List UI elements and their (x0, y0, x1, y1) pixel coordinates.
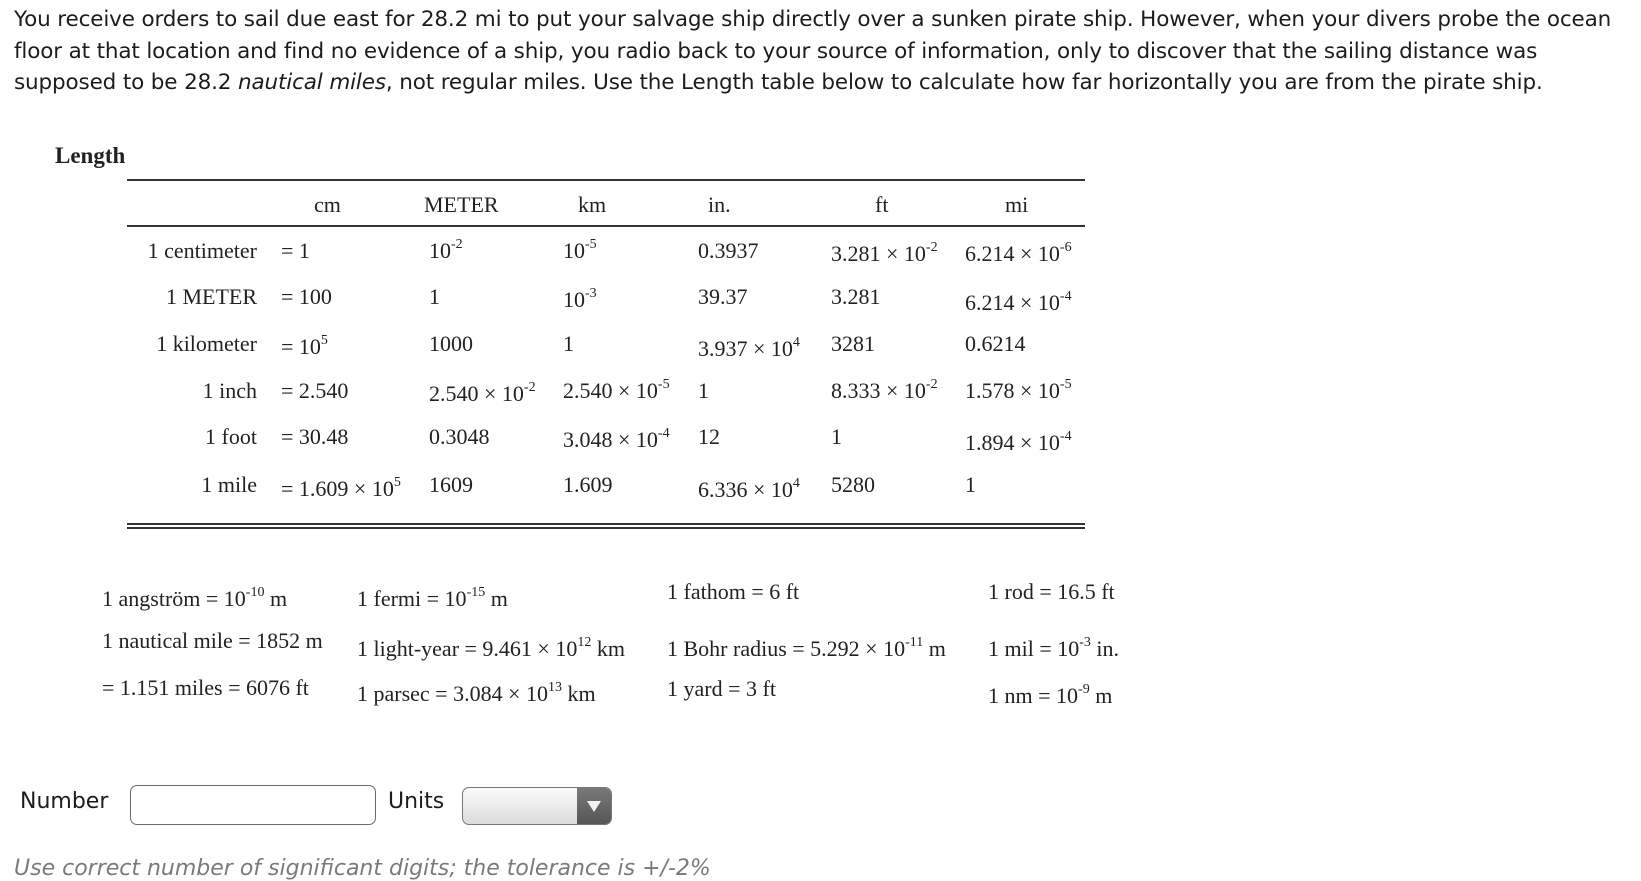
conversion-note: 1 angström = 10-10 m (102, 585, 288, 612)
table-bottom-rule (127, 523, 1085, 525)
cell-km: 1 (563, 331, 574, 356)
cell-cm: = 105 (281, 333, 328, 360)
table-title: Length (55, 143, 126, 168)
cell-in: 3.937 × 104 (698, 335, 800, 362)
number-label: Number (20, 789, 109, 814)
table-bottom-rule-2 (127, 527, 1085, 529)
units-dropdown-button[interactable] (577, 788, 611, 824)
cell-in: 39.37 (698, 284, 748, 309)
cell-cm: = 30.48 (281, 424, 349, 449)
number-input[interactable] (130, 785, 376, 825)
cell-ft: 8.333 × 10-2 (831, 377, 938, 404)
cell-in: 0.3937 (698, 238, 759, 263)
header-mi: mi (1005, 192, 1029, 217)
cell-mi: 0.6214 (965, 331, 1026, 356)
cell-ft: 3.281 (831, 284, 881, 309)
conversion-note: 1 nm = 10-9 m (988, 682, 1113, 709)
conversion-note: 1 parsec = 3.084 × 1013 km (357, 680, 596, 707)
cell-in: 6.336 × 104 (698, 476, 800, 503)
cell-ft: 3281 (831, 331, 875, 356)
conversion-note: 1 yard = 3 ft (667, 676, 776, 701)
row-label: 1 mile (201, 472, 257, 497)
header-meter: METER (424, 192, 499, 217)
cell-mi: 6.214 × 10-6 (965, 240, 1072, 267)
row-label: 1 centimeter (147, 238, 257, 263)
cell-ft: 1 (831, 424, 842, 449)
question-emphasis: nautical miles (238, 70, 386, 95)
cell-meter: 1000 (429, 331, 473, 356)
tolerance-hint: Use correct number of significant digits… (14, 856, 711, 881)
chevron-down-icon (587, 800, 601, 812)
cell-km: 1.609 (563, 472, 613, 497)
cell-ft: 3.281 × 10-2 (831, 240, 938, 267)
row-label: 1 inch (202, 378, 257, 403)
conversion-note: 1 fathom = 6 ft (667, 579, 800, 604)
cell-km: 10-3 (563, 286, 597, 313)
header-in: in. (708, 192, 731, 217)
cell-in: 12 (698, 424, 720, 449)
conversion-note: 1 nautical mile = 1852 m (102, 628, 323, 653)
cell-cm: = 2.540 (281, 378, 349, 403)
cell-cm: = 1.609 × 105 (281, 475, 401, 502)
conversion-note: = 1.151 miles = 6076 ft (102, 675, 309, 700)
cell-km: 3.048 × 10-4 (563, 426, 670, 453)
conversion-note: 1 light-year = 9.461 × 1012 km (357, 635, 625, 662)
cell-meter: 1609 (429, 472, 473, 497)
conversion-note: 1 rod = 16.5 ft (988, 579, 1115, 604)
header-cm: cm (314, 192, 341, 217)
row-label: 1 METER (165, 284, 257, 309)
cell-in: 1 (698, 378, 709, 403)
table-top-rule (127, 179, 1085, 181)
table-header-rule (127, 225, 1085, 227)
cell-mi: 6.214 × 10-4 (965, 289, 1072, 316)
row-label: 1 foot (205, 424, 257, 449)
conversion-note: 1 fermi = 10-15 m (357, 585, 508, 612)
question-text: You receive orders to sail due east for … (14, 7, 1612, 95)
cell-km: 10-5 (563, 237, 597, 264)
cell-km: 2.540 × 10-5 (563, 377, 670, 404)
header-ft: ft (875, 192, 889, 217)
header-km: km (578, 192, 607, 217)
row-label: 1 kilometer (156, 331, 257, 356)
conversion-note: 1 Bohr radius = 5.292 × 10-11 m (667, 635, 946, 662)
cell-ft: 5280 (831, 472, 875, 497)
conversion-note: 1 mil = 10-3 in. (988, 635, 1120, 662)
units-select[interactable] (462, 787, 612, 825)
cell-meter: 0.3048 (429, 424, 490, 449)
units-label: Units (388, 789, 445, 814)
cell-cm: = 100 (281, 284, 332, 309)
cell-mi: 1.894 × 10-4 (965, 429, 1072, 456)
cell-mi: 1.578 × 10-5 (965, 377, 1072, 404)
cell-meter: 1 (429, 284, 440, 309)
cell-mi: 1 (965, 472, 976, 497)
cell-meter: 2.540 × 10-2 (429, 380, 536, 407)
cell-meter: 10-2 (429, 237, 463, 264)
cell-cm: = 1 (281, 238, 310, 263)
